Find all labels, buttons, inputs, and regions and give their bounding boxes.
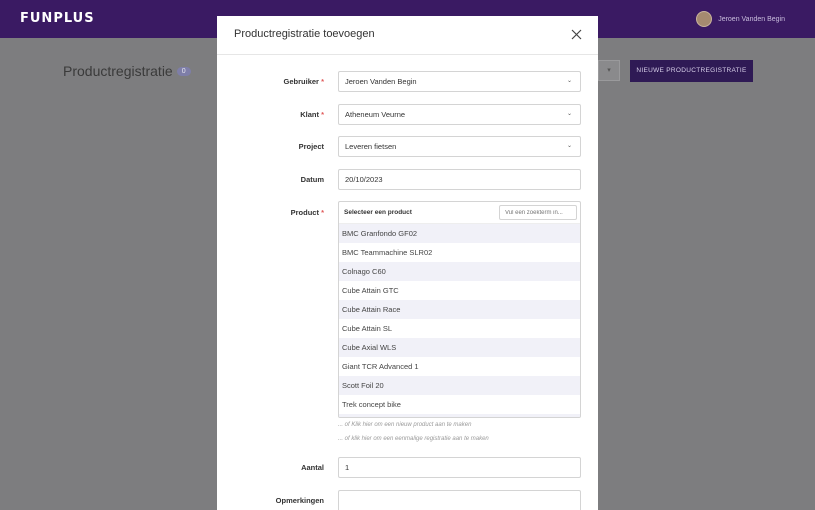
one-time-registration-link[interactable]: ... of klik hier om een eenmalige regist… (338, 436, 489, 442)
row-opmerkingen: Opmerkingen (217, 490, 598, 510)
project-value: Leveren fietsen (345, 142, 397, 151)
count-badge: 0 (176, 66, 191, 76)
user-menu[interactable]: Jeroen Vanden Begin (696, 11, 785, 27)
close-icon[interactable] (571, 29, 582, 40)
product-list-item[interactable]: BMC Teammachine SLR02 (339, 243, 580, 262)
new-registration-button[interactable]: NIEUWE PRODUCTREGISTRATIE (630, 60, 753, 82)
chevron-down-icon: ⌄ (566, 143, 572, 149)
page-title: Productregistratie 0 (63, 63, 191, 79)
chevron-down-icon: ⌄ (566, 78, 572, 84)
klant-select[interactable]: Atheneum Veurne ⌄ (338, 104, 581, 125)
avatar (696, 11, 713, 27)
datum-input[interactable]: 20/10/2023 (338, 169, 581, 190)
label-opmerkingen: Opmerkingen (275, 496, 324, 505)
row-datum: Datum 20/10/2023 (217, 169, 598, 191)
product-list-item[interactable] (339, 414, 580, 417)
product-list-item[interactable]: Cube Attain Race (339, 300, 580, 319)
label-product: Product * (290, 208, 324, 217)
aantal-input[interactable]: 1 (338, 457, 581, 478)
gebruiker-value: Jeroen Vanden Begin (345, 77, 417, 86)
add-registration-modal: Productregistratie toevoegen Gebruiker *… (217, 16, 598, 510)
product-list-item[interactable]: Cube Attain GTC (339, 281, 580, 300)
product-list-item[interactable]: Colnago C60 (339, 262, 580, 281)
product-list: BMC Granfondo GF02 BMC Teammachine SLR02 C… (339, 224, 580, 417)
modal-title: Productregistratie toevoegen (234, 28, 375, 40)
product-list-item[interactable]: Trek concept bike (339, 395, 580, 414)
project-select[interactable]: Leveren fietsen ⌄ (338, 136, 581, 157)
modal-header: Productregistratie toevoegen (217, 16, 598, 55)
product-list-item[interactable]: Scott Foil 20 (339, 376, 580, 395)
product-list-item[interactable]: Giant TCR Advanced 1 (339, 357, 580, 376)
label-datum: Datum (300, 175, 324, 184)
product-picker-title: Selecteer een product (344, 209, 412, 216)
page-title-text: Productregistratie (63, 63, 173, 79)
product-search-input[interactable] (499, 205, 577, 220)
new-product-link[interactable]: ... of Klik hier om een nieuw product aa… (338, 422, 471, 428)
row-gebruiker: Gebruiker * Jeroen Vanden Begin ⌄ (217, 71, 598, 93)
label-aantal: Aantal (301, 463, 324, 472)
product-list-item[interactable]: Cube Attain SL (339, 319, 580, 338)
filter-select[interactable]: ▾ (598, 60, 620, 81)
product-list-item[interactable]: Cube Axial WLS (339, 338, 580, 357)
label-klant: Klant * (300, 110, 324, 119)
user-name: Jeroen Vanden Begin (718, 15, 785, 23)
row-klant: Klant * Atheneum Veurne ⌄ (217, 104, 598, 126)
product-list-item[interactable]: BMC Granfondo GF02 (339, 224, 580, 243)
chevron-down-icon: ⌄ (566, 111, 572, 117)
app-logo[interactable]: FUNPLUS (20, 11, 95, 26)
klant-value: Atheneum Veurne (345, 110, 406, 119)
product-picker-header: Selecteer een product (339, 202, 580, 224)
row-project: Project Leveren fietsen ⌄ (217, 136, 598, 158)
opmerkingen-textarea[interactable] (338, 490, 581, 510)
gebruiker-select[interactable]: Jeroen Vanden Begin ⌄ (338, 71, 581, 92)
label-project: Project (298, 142, 324, 151)
row-aantal: Aantal 1 (217, 457, 598, 479)
label-gebruiker: Gebruiker * (283, 77, 324, 86)
product-picker: Selecteer een product BMC Granfondo GF02… (338, 201, 581, 418)
